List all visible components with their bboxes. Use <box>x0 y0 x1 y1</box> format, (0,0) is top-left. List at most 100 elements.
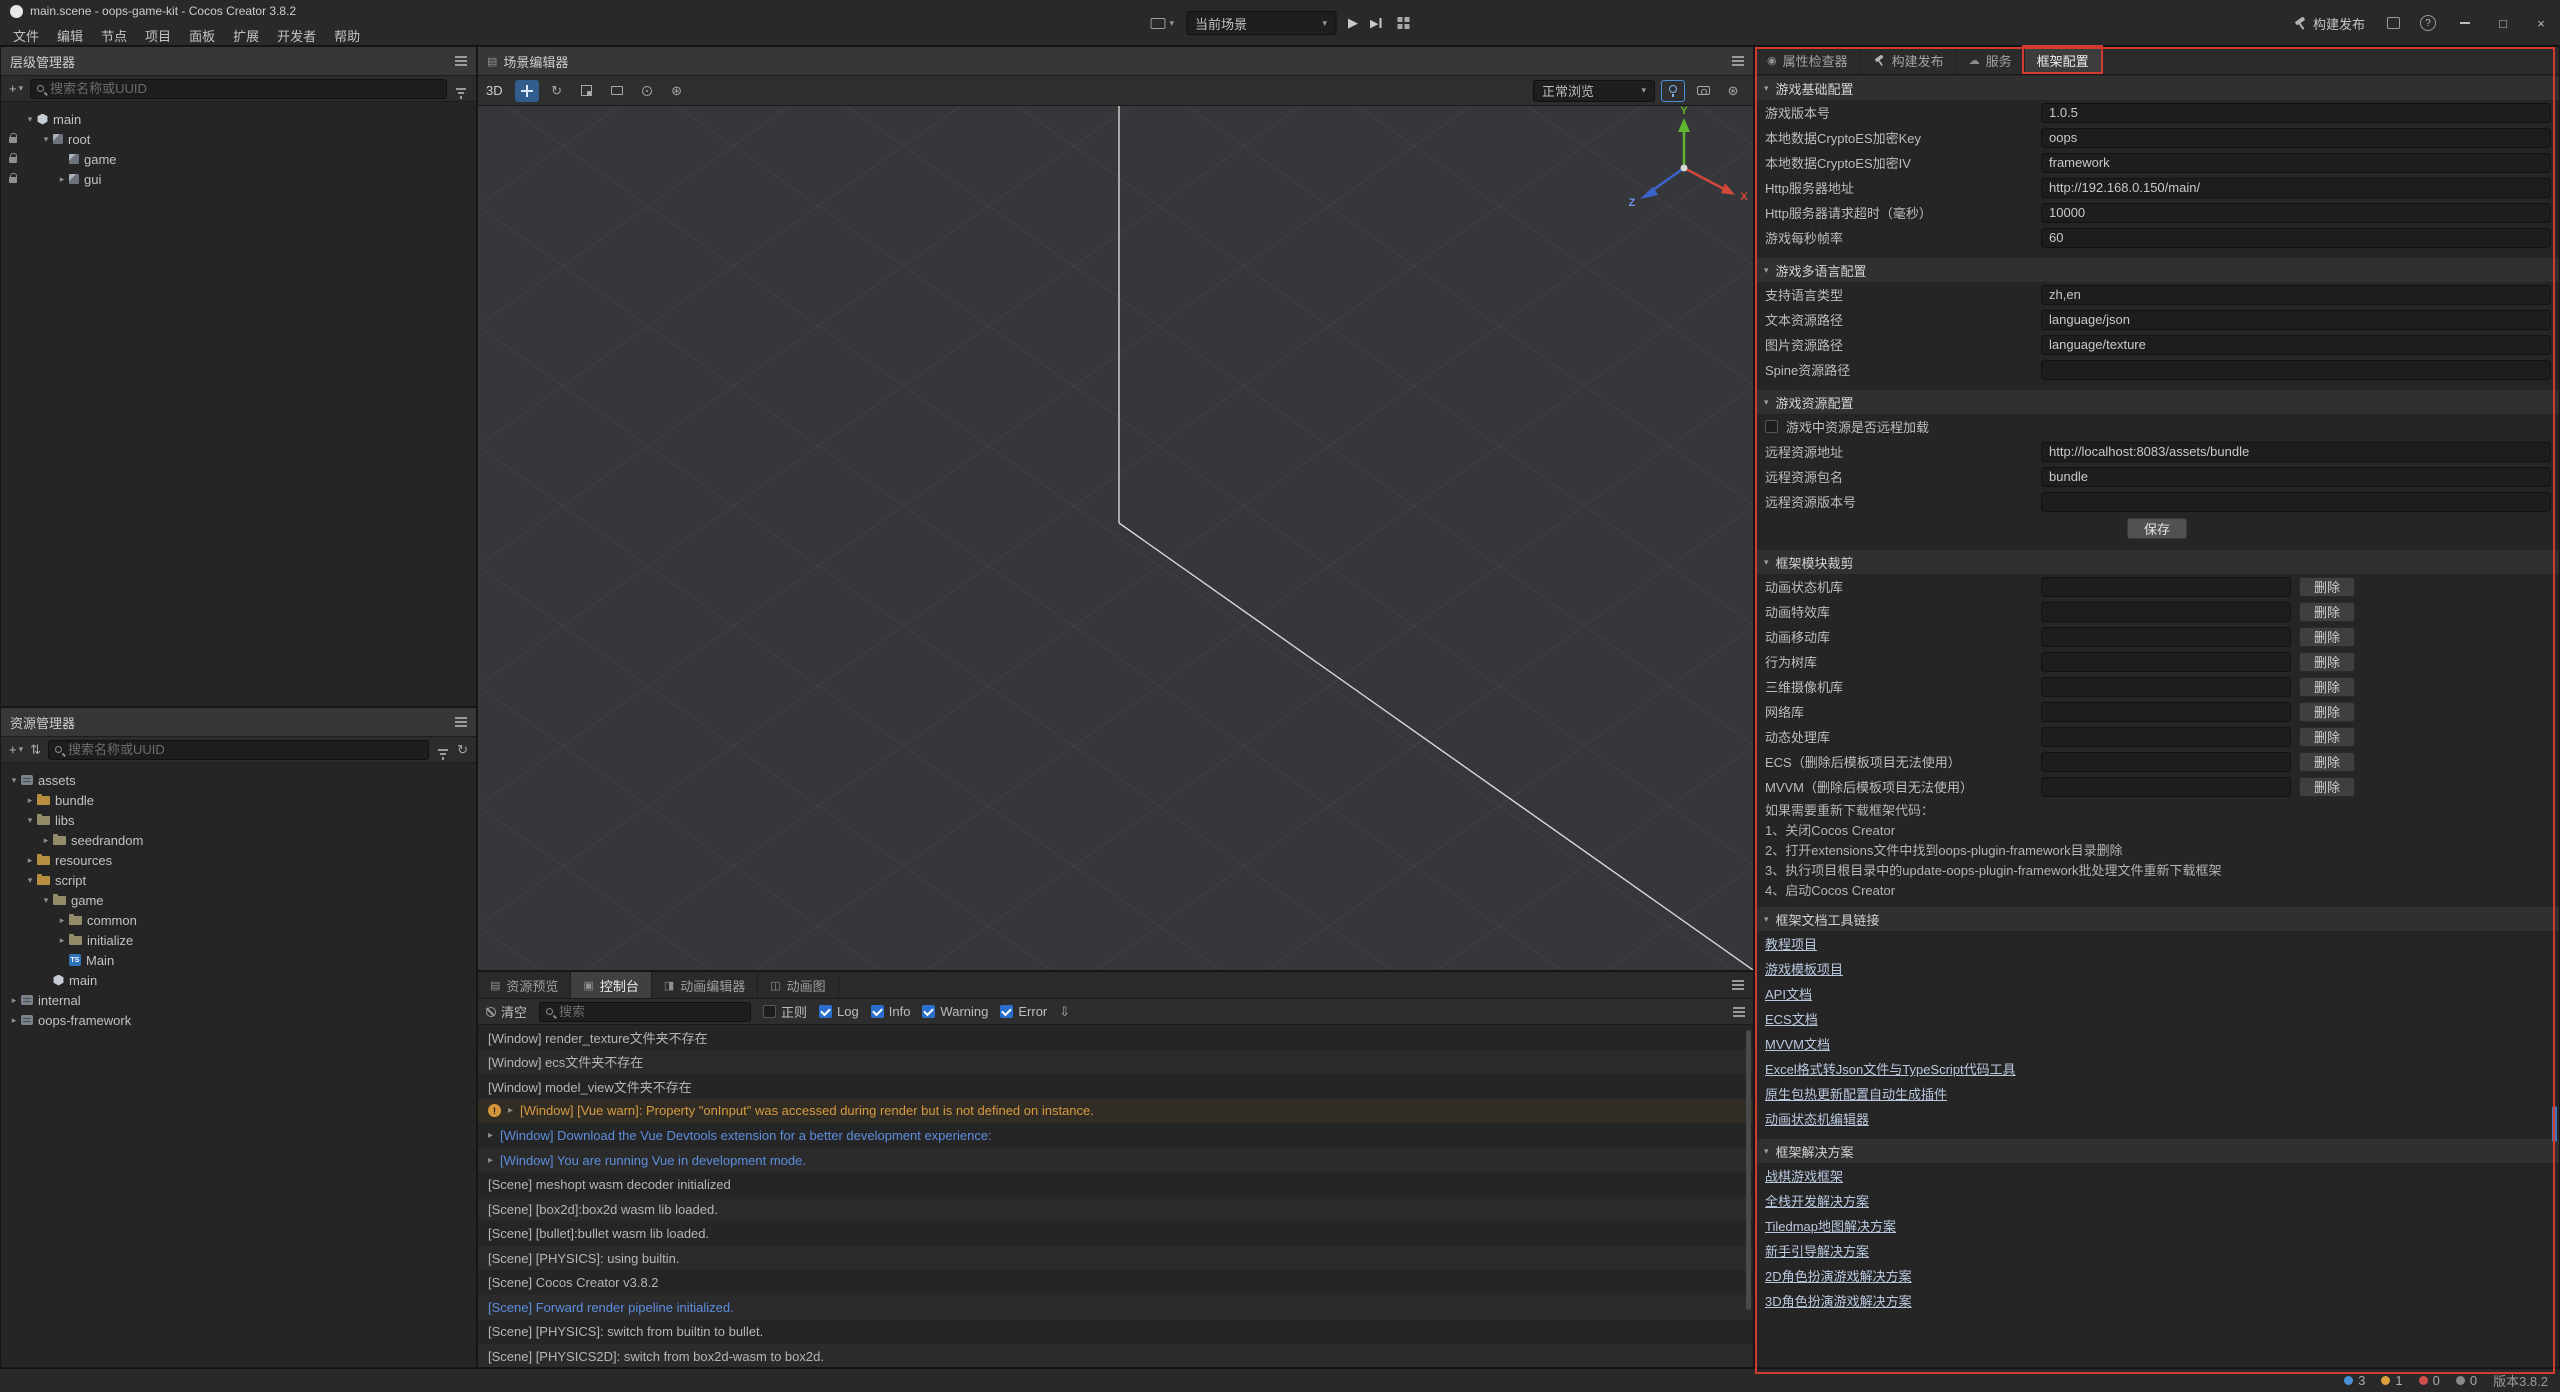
link-Excel格式转Json文件与TypeScript代码工具[interactable]: Excel格式转Json文件与TypeScript代码工具 <box>1765 1059 2016 1078</box>
filter-log[interactable]: Log <box>819 1004 859 1019</box>
section-header-框架文档工具链接[interactable]: ▾框架文档工具链接 <box>1755 907 2559 931</box>
step-button[interactable]: ▶ <box>1370 17 1381 30</box>
hierarchy-search[interactable] <box>30 79 447 99</box>
checkbox-icon[interactable] <box>1000 1005 1013 1018</box>
scene-select[interactable]: 当前场景▾ <box>1186 11 1336 35</box>
play-button[interactable]: ▶ <box>1348 15 1358 31</box>
log-row[interactable]: [Scene] [PHYSICS2D]: switch from box2d-w… <box>478 1344 1753 1368</box>
filter-icon[interactable] <box>438 749 448 751</box>
link-游戏模板项目[interactable]: 游戏模板项目 <box>1765 959 1843 978</box>
console-search[interactable] <box>539 1002 751 1022</box>
link-教程项目[interactable]: 教程项目 <box>1765 934 1817 953</box>
field-input[interactable] <box>2041 335 2551 355</box>
link-3D角色扮演游戏解决方案[interactable]: 3D角色扮演游戏解决方案 <box>1765 1291 1912 1310</box>
panel-menu-icon[interactable] <box>1732 60 1744 62</box>
menu-item-0[interactable]: 文件 <box>4 24 48 47</box>
menu-item-7[interactable]: 帮助 <box>325 24 369 47</box>
layout-grid-icon[interactable] <box>1398 17 1403 22</box>
section-header-游戏资源配置[interactable]: ▾游戏资源配置 <box>1755 390 2559 414</box>
assets-item-bundle[interactable]: ▸bundle <box>1 790 476 810</box>
panel-menu-icon[interactable] <box>455 60 467 62</box>
checkbox-icon[interactable] <box>922 1005 935 1018</box>
anchor-tool-button[interactable] <box>635 80 659 102</box>
link-Tiledmap地图解决方案[interactable]: Tiledmap地图解决方案 <box>1765 1216 1896 1235</box>
menu-item-4[interactable]: 面板 <box>180 24 224 47</box>
log-row[interactable]: ▸[Window] Download the Vue Devtools exte… <box>478 1123 1753 1148</box>
delete-button[interactable]: 删除 <box>2299 652 2355 672</box>
rect-tool-button[interactable] <box>605 80 629 102</box>
field-input[interactable] <box>2041 360 2551 380</box>
console-scrollbar[interactable] <box>1746 1030 1751 1310</box>
delete-button[interactable]: 删除 <box>2299 627 2355 647</box>
link-新手引导解决方案[interactable]: 新手引导解决方案 <box>1765 1241 1869 1260</box>
tree-arrow-icon[interactable]: ▸ <box>7 1015 21 1026</box>
field-input[interactable] <box>2041 128 2551 148</box>
menu-item-2[interactable]: 节点 <box>92 24 136 47</box>
tree-arrow-icon[interactable]: ▾ <box>39 134 53 145</box>
inspector-tab-框架配置[interactable]: 框架配置 <box>2025 47 2102 74</box>
link-战棋游戏框架[interactable]: 战棋游戏框架 <box>1765 1166 1843 1185</box>
camera-settings-button[interactable] <box>1691 80 1715 102</box>
mode-3d-toggle[interactable]: 3D <box>486 83 503 98</box>
assets-item-libs[interactable]: ▾libs <box>1 810 476 830</box>
rotate-tool-button[interactable]: ↻ <box>545 80 569 102</box>
delete-button[interactable]: 删除 <box>2299 727 2355 747</box>
log-row[interactable]: [Window] ecs文件夹不存在 <box>478 1050 1753 1075</box>
delete-button[interactable]: 删除 <box>2299 777 2355 797</box>
log-row[interactable]: [Scene] [PHYSICS]: using builtin. <box>478 1246 1753 1271</box>
console-tab-动画图[interactable]: ◫动画图 <box>758 972 838 998</box>
regex-toggle[interactable]: 正则 <box>763 1002 807 1021</box>
move-tool-button[interactable] <box>515 80 539 102</box>
tree-arrow-icon[interactable]: ▾ <box>23 875 37 886</box>
clear-console-button[interactable]: 清空 <box>486 1002 527 1021</box>
delete-button[interactable]: 删除 <box>2299 577 2355 597</box>
delete-button[interactable]: 删除 <box>2299 702 2355 722</box>
link-全栈开发解决方案[interactable]: 全栈开发解决方案 <box>1765 1191 1869 1210</box>
assets-item-resources[interactable]: ▸resources <box>1 850 476 870</box>
add-node-button[interactable]: +▾ <box>9 81 23 96</box>
field-input[interactable] <box>2041 442 2551 462</box>
link-动画状态机编辑器[interactable]: 动画状态机编辑器 <box>1765 1109 1869 1128</box>
assets-item-oops-framework[interactable]: ▸oops-framework <box>1 1010 476 1030</box>
field-input[interactable] <box>2041 178 2551 198</box>
maximize-button[interactable]: □ <box>2484 0 2522 46</box>
snap-tool-button[interactable]: ⊛ <box>665 80 689 102</box>
checkbox-icon[interactable] <box>871 1005 884 1018</box>
filter-warning[interactable]: Warning <box>922 1004 988 1019</box>
tree-arrow-icon[interactable]: ▸ <box>23 855 37 866</box>
light-toggle-button[interactable] <box>1661 80 1685 102</box>
inspector-tab-构建发布[interactable]: 构建发布 <box>1861 47 1957 74</box>
log-row[interactable]: [Window] model_view文件夹不存在 <box>478 1074 1753 1099</box>
section-header-框架模块裁剪[interactable]: ▾框架模块裁剪 <box>1755 550 2559 574</box>
filter-info[interactable]: Info <box>871 1004 911 1019</box>
tree-arrow-icon[interactable]: ▸ <box>7 995 21 1006</box>
tree-arrow-icon[interactable]: ▸ <box>55 915 69 926</box>
link-MVVM文档[interactable]: MVVM文档 <box>1765 1034 1830 1053</box>
refresh-icon[interactable]: ↻ <box>457 742 468 758</box>
log-row[interactable]: [Scene] Cocos Creator v3.8.2 <box>478 1270 1753 1295</box>
close-button[interactable]: × <box>2522 0 2560 46</box>
info-count[interactable]: 3 <box>2344 1373 2365 1388</box>
tree-arrow-icon[interactable]: ▸ <box>39 835 53 846</box>
log-row[interactable]: ▸[Window] You are running Vue in develop… <box>478 1148 1753 1173</box>
field-input[interactable] <box>2041 103 2551 123</box>
inspector-tab-属性检查器[interactable]: ◉属性检查器 <box>1755 47 1861 74</box>
field-input[interactable] <box>2041 153 2551 173</box>
field-input[interactable] <box>2041 228 2551 248</box>
hierarchy-item-gui[interactable]: ▸gui <box>1 169 476 189</box>
expand-icon[interactable]: ▸ <box>508 1105 513 1116</box>
section-header-游戏基础配置[interactable]: ▾游戏基础配置 <box>1755 76 2559 100</box>
filter-error[interactable]: Error <box>1000 1004 1047 1019</box>
tree-arrow-icon[interactable]: ▾ <box>39 895 53 906</box>
panel-menu-icon[interactable] <box>1733 1011 1745 1013</box>
field-input[interactable] <box>2041 467 2551 487</box>
panel-menu-icon[interactable] <box>1732 984 1744 986</box>
assets-item-common[interactable]: ▸common <box>1 910 476 930</box>
assets-item-assets[interactable]: ▾assets <box>1 770 476 790</box>
section-header-游戏多语言配置[interactable]: ▾游戏多语言配置 <box>1755 258 2559 282</box>
expand-icon[interactable]: ▸ <box>488 1155 493 1166</box>
log-row[interactable]: [Scene] [box2d]:box2d wasm lib loaded. <box>478 1197 1753 1222</box>
help-button[interactable]: ? <box>2410 15 2446 31</box>
tree-arrow-icon[interactable]: ▾ <box>23 815 37 826</box>
scale-tool-button[interactable] <box>575 80 599 102</box>
